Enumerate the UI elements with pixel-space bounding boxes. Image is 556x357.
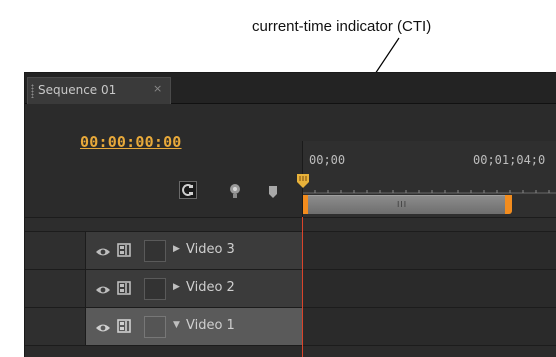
panel-tabstrip: Sequence 01 × [25, 73, 556, 104]
eye-icon[interactable] [95, 243, 111, 262]
track-content[interactable] [302, 308, 556, 345]
track-spacer-row [25, 218, 556, 232]
track-content[interactable] [302, 270, 556, 307]
track-video-3: ▶ Video 3 [25, 232, 556, 270]
track-header[interactable]: ▼ Video 1 [86, 308, 302, 345]
track-header[interactable]: ▶ Video 2 [86, 270, 302, 307]
close-icon[interactable]: × [153, 82, 162, 95]
track-content[interactable] [302, 232, 556, 269]
track-lock-toggle[interactable] [144, 240, 166, 262]
track-lead [25, 308, 86, 345]
track-video-1: ▼ Video 1 [25, 308, 556, 346]
flag-icon[interactable] [268, 184, 278, 203]
track-lead [25, 270, 86, 307]
eye-icon[interactable] [95, 319, 111, 338]
timeline-panel: Sequence 01 × 00:00:00:00 00;00 00;01;04… [24, 72, 556, 357]
tab-sequence-01[interactable]: Sequence 01 × [27, 77, 171, 104]
track-name: Video 1 [186, 318, 235, 333]
track-name: Video 3 [186, 242, 235, 257]
tab-label: Sequence 01 [38, 83, 117, 97]
expand-arrow-icon[interactable]: ▶ [173, 244, 180, 254]
filmstrip-icon[interactable] [117, 242, 131, 261]
work-area-end-handle[interactable] [505, 195, 512, 214]
expand-arrow-icon[interactable]: ▶ [173, 282, 180, 292]
filmstrip-icon[interactable] [117, 280, 131, 299]
cti-line[interactable] [302, 217, 303, 357]
filmstrip-icon[interactable] [117, 318, 131, 337]
work-area-grip: III [397, 200, 408, 209]
ruler-mid-label: 00;01;04;0 [473, 153, 546, 167]
cti-playhead-icon[interactable] [297, 173, 309, 188]
track-name: Video 2 [186, 280, 235, 295]
track-lock-toggle[interactable] [144, 316, 166, 338]
work-area-start-handle[interactable] [303, 195, 308, 214]
eye-icon[interactable] [95, 281, 111, 300]
track-lead [25, 232, 86, 269]
track-video-2: ▶ Video 2 [25, 270, 556, 308]
tab-grip-icon[interactable] [31, 84, 34, 98]
snap-icon[interactable] [179, 181, 197, 199]
work-area-bar[interactable]: III [305, 195, 507, 214]
ruler-start-label: 00;00 [309, 153, 346, 167]
timecode-display[interactable]: 00:00:00:00 [80, 133, 182, 151]
add-marker-icon[interactable] [228, 183, 242, 203]
time-ruler[interactable]: 00;00 00;01;04;0 III [302, 141, 556, 217]
cti-callout-label: current-time indicator (CTI) [252, 18, 432, 35]
track-lock-toggle[interactable] [144, 278, 166, 300]
collapse-arrow-icon[interactable]: ▼ [173, 320, 180, 330]
track-header[interactable]: ▶ Video 3 [86, 232, 302, 269]
ruler-ticks [303, 190, 556, 194]
